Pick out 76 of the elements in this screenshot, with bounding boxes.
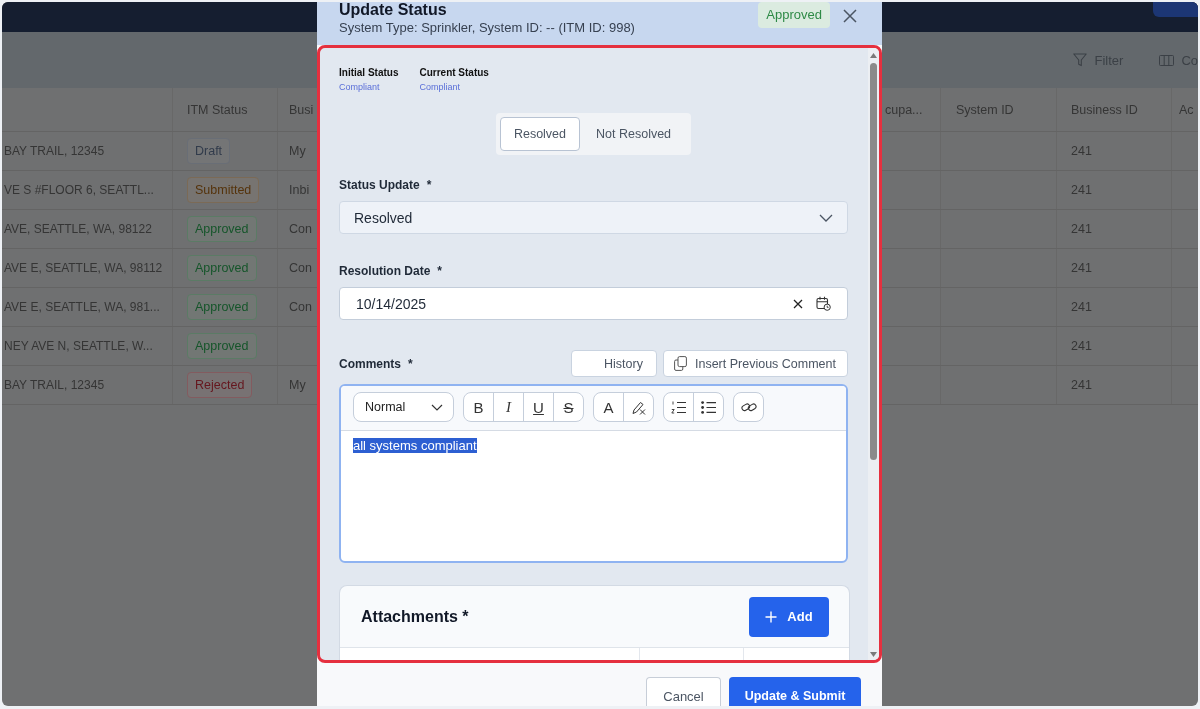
status-select[interactable]: Resolved xyxy=(339,201,848,234)
status-label: Initial Status xyxy=(339,67,399,79)
column-header: cupa... xyxy=(882,88,941,131)
table-cell: BAY TRAIL, 12345 xyxy=(2,366,173,404)
underline-button[interactable]: U xyxy=(523,393,553,421)
status-value: Compliant xyxy=(339,82,380,93)
insert-comment-button[interactable]: Insert Previous Comment xyxy=(662,350,848,377)
table-cell: AVE, SEATTLE, WA, 98122 xyxy=(2,210,173,248)
ordered-list-icon[interactable] xyxy=(671,400,686,414)
table-cell: 241 xyxy=(1057,366,1172,404)
italic-button[interactable]: I xyxy=(493,393,523,421)
column-header: ITM Status xyxy=(173,88,278,131)
copy-icon[interactable] xyxy=(673,356,687,371)
table-cell-text: Inbi xyxy=(288,182,311,199)
dialog-title: Update Status xyxy=(339,2,448,18)
table-cell: 241 xyxy=(1057,327,1172,365)
comment-text: all systems compliant xyxy=(353,438,477,453)
table-cell: AVE E, SEATTLE, WA, 981... xyxy=(2,288,173,326)
segment-tab[interactable]: Resolved xyxy=(499,117,581,151)
table-cell: 241 xyxy=(1057,210,1172,248)
column-header: Business ID xyxy=(1057,88,1172,131)
date-field[interactable]: 10/14/2025 xyxy=(339,287,848,320)
column-header: System ID xyxy=(941,88,1057,131)
status-badge: Approved xyxy=(187,333,257,359)
bold-button[interactable]: B xyxy=(464,393,493,421)
link-icon[interactable] xyxy=(740,401,757,413)
cancel-button[interactable]: Cancel xyxy=(646,677,721,706)
table-cell-text: Con xyxy=(288,221,313,238)
chevron-down-icon[interactable] xyxy=(819,213,833,222)
bullet-list-icon[interactable] xyxy=(701,400,716,414)
table-cell: AVE E, SEATTLE, WA, 98112 xyxy=(2,249,173,287)
plus-icon[interactable] xyxy=(765,610,778,623)
field-label: Status Update * xyxy=(339,178,432,192)
submit-button[interactable]: Update & Submit xyxy=(729,677,861,706)
table-cell: 241 xyxy=(1057,171,1172,209)
card-title: Attachments * xyxy=(361,607,469,626)
table-cell: 241 xyxy=(1057,288,1172,326)
table-cell-text: Con xyxy=(288,260,313,277)
status-badge: Approved xyxy=(187,216,257,242)
table-cell: VE S #FLOOR 6, SEATTL... xyxy=(2,171,173,209)
table-cell: NEY AVE N, SEATTLE, W... xyxy=(2,327,173,365)
table-cell: BAY TRAIL, 12345 xyxy=(2,132,173,170)
clear-icon[interactable] xyxy=(793,298,803,309)
scrollbar[interactable] xyxy=(868,48,879,660)
status-badge: Submitted xyxy=(187,177,260,203)
table-cell-text: My xyxy=(288,143,307,160)
scrollbar-thumb[interactable] xyxy=(870,63,877,460)
table-cell: 241 xyxy=(1057,249,1172,287)
column-header: Ac xyxy=(1178,101,1195,119)
status-badge: Approved xyxy=(187,255,257,281)
text-color-button[interactable]: A xyxy=(594,393,623,421)
strikethrough-button[interactable]: S xyxy=(553,393,583,421)
field-label: Resolution Date * xyxy=(339,264,442,278)
editor-text-area[interactable]: all systems compliant xyxy=(341,431,846,561)
column-header: Busi xyxy=(288,101,315,119)
table-cell-text: My xyxy=(288,377,307,394)
table-cell-text: Con xyxy=(288,299,313,316)
chevron-down-icon[interactable] xyxy=(431,403,443,411)
status-badge: Approved xyxy=(758,2,830,28)
status-badge: Draft xyxy=(187,138,231,164)
segment-tab[interactable]: Not Resolved xyxy=(580,117,688,151)
add-button[interactable]: Add xyxy=(749,596,829,637)
scroll-down-icon[interactable] xyxy=(870,652,877,657)
status-badge: Rejected xyxy=(187,372,253,398)
scroll-up-icon[interactable] xyxy=(870,53,877,58)
close-icon[interactable] xyxy=(843,9,857,23)
format-dropdown[interactable]: Normal xyxy=(353,392,454,422)
dialog-subtitle: System Type: Sprinkler, System ID: -- (ITM ID: 998) xyxy=(339,20,636,35)
status-value: Compliant xyxy=(419,82,460,93)
status-badge: Approved xyxy=(187,294,257,320)
table-cell: 241 xyxy=(1057,132,1172,170)
field-label: Comments * xyxy=(339,356,413,371)
calendar-icon[interactable] xyxy=(816,296,831,311)
status-label: Current Status xyxy=(419,67,489,79)
history-button[interactable]: History xyxy=(571,350,657,377)
clear-format-icon[interactable] xyxy=(631,399,646,415)
